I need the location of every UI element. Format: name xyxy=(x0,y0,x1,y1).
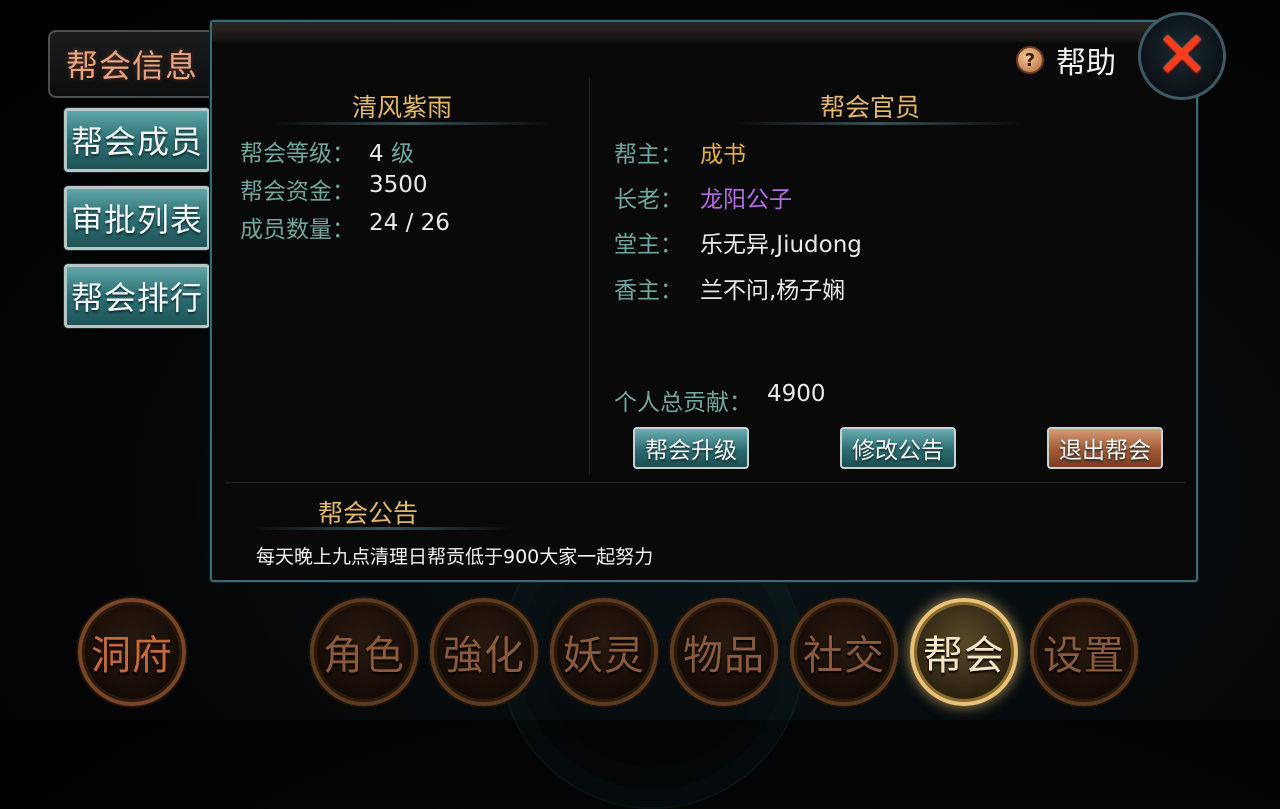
officers-title: 帮会官员 xyxy=(819,93,920,122)
tab-guild-ranking[interactable]: 帮会排行 xyxy=(64,264,210,328)
contribution-value: 4900 xyxy=(767,381,826,407)
guild-level-value: 4 级 xyxy=(369,134,414,168)
tab-guild-members[interactable]: 帮会成员 xyxy=(64,108,210,172)
guild-level-label: 帮会等级： xyxy=(240,141,355,167)
quit-guild-button[interactable]: 退出帮会 xyxy=(1047,427,1163,469)
guild-level-number: 4 xyxy=(369,141,384,167)
edit-notice-button[interactable]: 修改公告 xyxy=(840,427,956,469)
elder-label: 长老： xyxy=(614,187,683,213)
nav-character[interactable]: 角色 xyxy=(310,598,418,706)
nav-enhance[interactable]: 強化 xyxy=(430,598,538,706)
contribution-label: 个人总贡献： xyxy=(614,390,752,416)
leader-value[interactable]: 成书 xyxy=(700,135,746,169)
notice-text: 每天晚上九点清理日帮贡低于900大家一起努力 xyxy=(256,546,654,568)
nav-cave-dwelling[interactable]: 洞府 xyxy=(78,598,186,706)
close-button[interactable]: ✕ xyxy=(1138,12,1226,100)
member-count-value: 24 / 26 xyxy=(369,210,450,236)
guild-funds-label: 帮会资金： xyxy=(240,179,355,205)
incense-master-value[interactable]: 兰不问,杨子娴 xyxy=(700,271,845,305)
hall-master-label: 堂主： xyxy=(614,232,683,258)
officers-title-underline xyxy=(732,122,1022,125)
leader-label: 帮主： xyxy=(614,142,683,168)
nav-settings[interactable]: 设置 xyxy=(1030,598,1138,706)
help-label: 帮助 xyxy=(1056,46,1116,81)
notice-title: 帮会公告 xyxy=(317,499,418,528)
hall-master-value[interactable]: 乐无异,Jiudong xyxy=(700,225,862,259)
incense-master-label: 香主： xyxy=(614,278,683,304)
tab-guild-info[interactable]: 帮会信息 xyxy=(48,30,214,98)
guild-level-unit: 级 xyxy=(390,141,414,167)
tab-approval-list[interactable]: 审批列表 xyxy=(64,186,210,250)
notice-title-underline xyxy=(252,527,512,530)
member-count-label: 成员数量： xyxy=(240,217,355,243)
title-underline xyxy=(272,122,552,125)
elder-value[interactable]: 龙阳公子 xyxy=(700,180,792,214)
nav-guild[interactable]: 帮会 xyxy=(910,598,1018,706)
guild-upgrade-button[interactable]: 帮会升级 xyxy=(633,427,749,469)
question-icon: ? xyxy=(1016,46,1044,74)
vertical-divider xyxy=(589,77,590,475)
guild-funds-value: 3500 xyxy=(369,172,428,198)
nav-social[interactable]: 社交 xyxy=(790,598,898,706)
nav-items[interactable]: 物品 xyxy=(670,598,778,706)
help-button[interactable]: ? 帮助 xyxy=(1016,38,1116,82)
horizontal-divider xyxy=(226,482,1186,483)
guild-name: 清风紫雨 xyxy=(351,93,452,122)
guild-info-panel: 清风紫雨 帮会等级： 4 级 帮会资金： 3500 成员数量： 24 / 26 … xyxy=(210,20,1198,582)
close-x-icon: ✕ xyxy=(1155,19,1209,93)
nav-spirit[interactable]: 妖灵 xyxy=(550,598,658,706)
